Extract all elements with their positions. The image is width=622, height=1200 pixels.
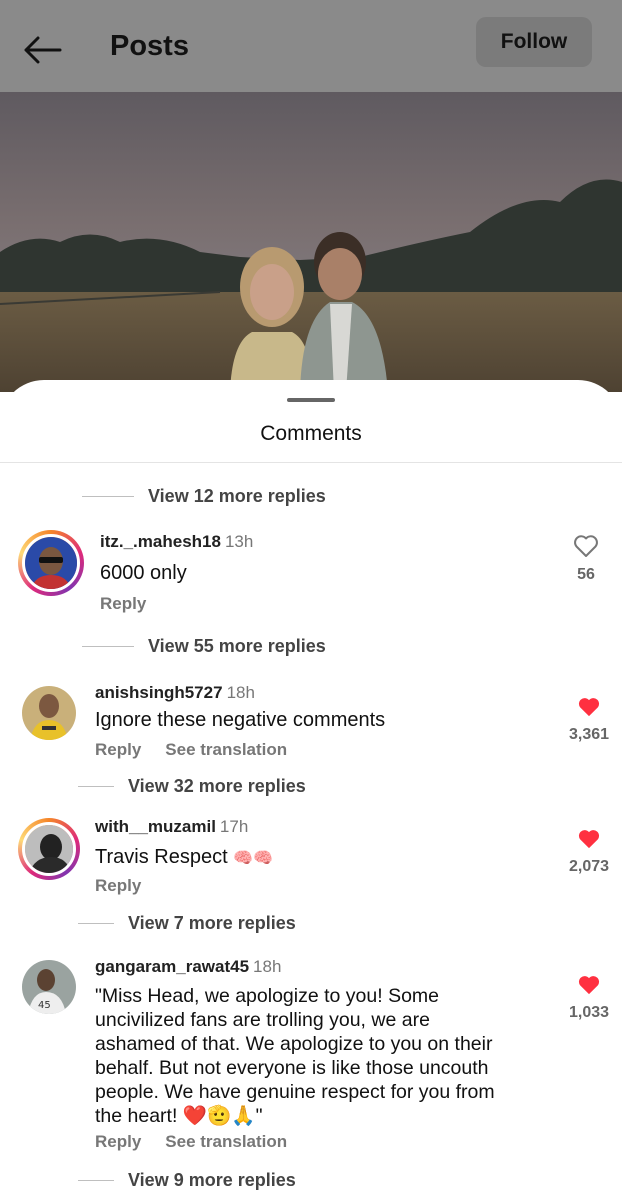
view-replies-link[interactable]: View 32 more replies <box>78 776 306 797</box>
divider <box>0 462 622 463</box>
avatar[interactable] <box>22 686 76 740</box>
comment-username[interactable]: gangaram_rawat45 18h <box>95 957 281 977</box>
like-count: 2,073 <box>568 858 610 875</box>
reply-button[interactable]: Reply <box>95 876 141 896</box>
view-replies-label: View 7 more replies <box>128 913 296 933</box>
follow-button[interactable]: Follow <box>476 17 592 67</box>
view-replies-label: View 32 more replies <box>128 776 306 796</box>
reply-thread-line <box>78 1180 114 1181</box>
reply-button[interactable]: Reply <box>95 1132 141 1152</box>
avatar[interactable] <box>18 530 84 596</box>
top-bar: Posts Follow <box>0 0 622 92</box>
drag-handle[interactable] <box>287 398 335 402</box>
brain-emoji-icon: 🧠🧠 <box>233 848 274 867</box>
like-count: 56 <box>577 566 595 583</box>
comment-actions: Reply See translation <box>95 1132 287 1152</box>
username-text: itz._.mahesh18 <box>100 532 221 551</box>
post-image[interactable] <box>0 92 622 392</box>
reply-button[interactable]: Reply <box>95 740 141 760</box>
comment-actions: Reply <box>95 876 141 896</box>
comments-sheet: Comments View 12 more replies itz._.mahe… <box>0 380 622 1200</box>
heart-filled-icon <box>578 830 600 849</box>
see-translation-button[interactable]: See translation <box>165 1132 287 1152</box>
page-title: Posts <box>110 30 189 62</box>
comment-text-line: uncivilized fans are trolling you, we ar… <box>95 1009 430 1031</box>
see-translation-button[interactable]: See translation <box>165 740 287 760</box>
avatar[interactable] <box>18 818 80 880</box>
username-text: with__muzamil <box>95 817 216 836</box>
comment-time: 17h <box>219 817 249 836</box>
heart-filled-icon <box>578 698 600 717</box>
view-replies-link[interactable]: View 9 more replies <box>78 1170 296 1191</box>
comments-title: Comments <box>260 422 362 445</box>
comment-text: 6000 only <box>100 562 187 584</box>
like-button[interactable]: 1,033 <box>559 974 619 1022</box>
comment-time: 18h <box>226 683 255 702</box>
comment-username[interactable]: anishsingh5727 18h <box>95 683 255 703</box>
comment-username[interactable]: with__muzamil 17h <box>95 817 248 837</box>
like-button[interactable]: 56 <box>556 534 616 584</box>
comment-text-line: behalf. But not everyone is like those u… <box>95 1057 489 1079</box>
heart-filled-icon <box>578 976 600 995</box>
view-replies-link[interactable]: View 55 more replies <box>82 636 326 657</box>
view-replies-label: View 55 more replies <box>148 636 326 656</box>
username-text: gangaram_rawat45 <box>95 957 250 976</box>
heart-outline-icon <box>574 535 598 557</box>
back-button[interactable] <box>22 30 66 70</box>
comment-actions: Reply See translation <box>95 740 287 760</box>
view-replies-label: View 12 more replies <box>148 486 326 506</box>
comment-username[interactable]: itz._.mahesh18 13h <box>100 532 253 552</box>
like-button[interactable]: 2,073 <box>559 828 619 876</box>
back-arrow-icon <box>24 36 62 64</box>
comment-text-line: ashamed of that. We apologize to you on … <box>95 1033 493 1055</box>
reply-thread-line <box>82 646 134 647</box>
view-replies-link[interactable]: View 7 more replies <box>78 913 296 934</box>
like-count: 1,033 <box>568 1004 610 1021</box>
avatar[interactable]: 45 <box>22 960 76 1014</box>
username-text: anishsingh5727 <box>95 683 223 702</box>
svg-text:45: 45 <box>38 1000 51 1011</box>
comment-text: "Miss Head, we apologize to you! Some un… <box>95 984 495 1128</box>
like-count: 3,361 <box>568 726 610 743</box>
reply-thread-line <box>82 496 134 497</box>
comment-text-line: people. We have genuine respect for you … <box>95 1081 495 1103</box>
comment-actions: Reply <box>100 594 146 614</box>
reply-button[interactable]: Reply <box>100 594 146 614</box>
comment-text-line: "Miss Head, we apologize to you! Some <box>95 985 440 1007</box>
comment-text-line: the heart! ❤️🫡🙏" <box>95 1105 263 1127</box>
reply-thread-line <box>78 786 114 787</box>
view-replies-link[interactable]: View 12 more replies <box>82 486 326 507</box>
like-button[interactable]: 3,361 <box>559 696 619 744</box>
comment-text-body: Travis Respect <box>95 846 228 868</box>
comment-time: 13h <box>224 532 254 551</box>
view-replies-label: View 9 more replies <box>128 1170 296 1190</box>
reply-thread-line <box>78 923 114 924</box>
comment-text: Travis Respect 🧠🧠 <box>95 845 273 870</box>
comment-time: 18h <box>253 957 282 976</box>
comment-text: Ignore these negative comments <box>95 709 386 731</box>
